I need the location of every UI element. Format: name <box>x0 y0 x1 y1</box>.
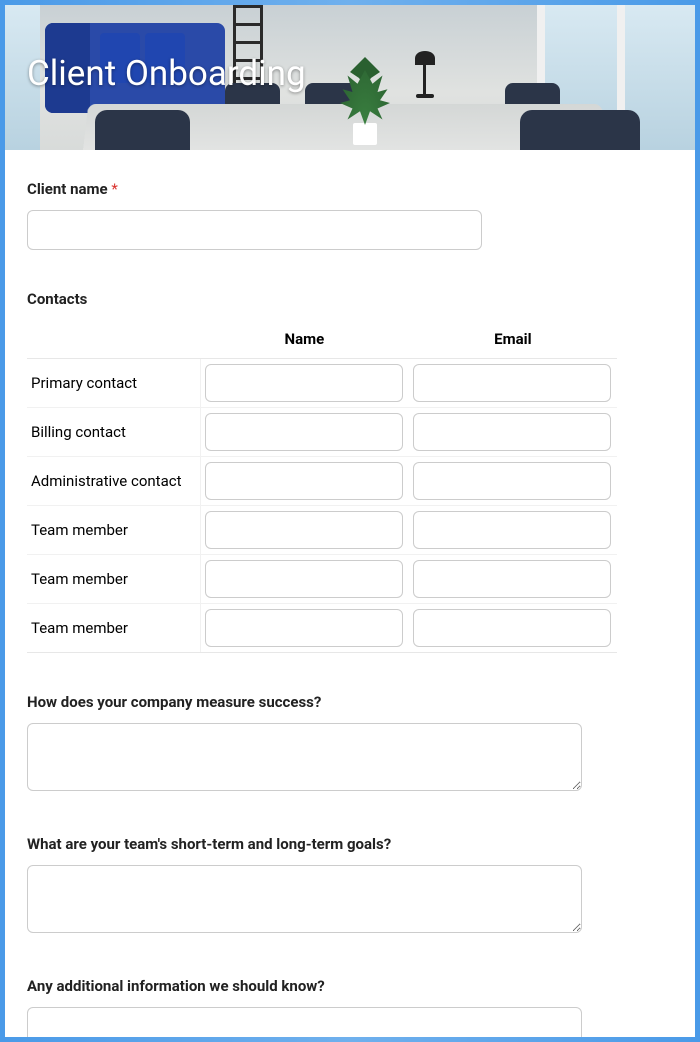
form-container: Client Onboarding Client name * Contacts… <box>5 5 695 1037</box>
client-name-label: Client name * <box>27 180 673 198</box>
row-label: Administrative contact <box>27 457 200 506</box>
contact-name-input[interactable] <box>205 413 403 451</box>
field-additional: Any additional information we should kno… <box>27 977 673 1037</box>
field-success: How does your company measure success? <box>27 693 673 795</box>
decor-plant <box>335 65 395 145</box>
contact-email-input[interactable] <box>413 560 611 598</box>
table-row: Administrative contact <box>27 457 617 506</box>
success-label: How does your company measure success? <box>27 693 673 711</box>
contact-name-input[interactable] <box>205 364 403 402</box>
contact-email-input[interactable] <box>413 364 611 402</box>
additional-label: Any additional information we should kno… <box>27 977 673 995</box>
field-goals: What are your team's short-term and long… <box>27 835 673 937</box>
column-header-name: Name <box>200 320 409 359</box>
success-textarea[interactable] <box>27 723 582 791</box>
goals-label: What are your team's short-term and long… <box>27 835 673 853</box>
form-body: Client name * Contacts Name Email Primar… <box>5 150 695 1037</box>
row-label: Primary contact <box>27 359 200 408</box>
contact-name-input[interactable] <box>205 462 403 500</box>
row-label: Team member <box>27 604 200 653</box>
row-label: Team member <box>27 555 200 604</box>
field-contacts: Contacts Name Email Primary contact <box>27 290 673 653</box>
contacts-label: Contacts <box>27 290 673 308</box>
decor-chair <box>520 110 640 150</box>
contact-name-input[interactable] <box>205 609 403 647</box>
table-row: Team member <box>27 555 617 604</box>
required-marker: * <box>111 180 117 198</box>
page-title: Client Onboarding <box>27 53 306 94</box>
table-row: Team member <box>27 506 617 555</box>
client-name-input[interactable] <box>27 210 482 250</box>
row-label: Team member <box>27 506 200 555</box>
contact-name-input[interactable] <box>205 560 403 598</box>
contact-email-input[interactable] <box>413 413 611 451</box>
table-row: Primary contact <box>27 359 617 408</box>
contacts-table: Name Email Primary contact Billing conta… <box>27 320 617 653</box>
label-text: Client name <box>27 180 108 198</box>
decor-chair <box>95 110 190 150</box>
contact-email-input[interactable] <box>413 462 611 500</box>
contact-name-input[interactable] <box>205 511 403 549</box>
decor-lamp <box>423 63 426 95</box>
table-row: Billing contact <box>27 408 617 457</box>
additional-textarea[interactable] <box>27 1007 582 1037</box>
row-label: Billing contact <box>27 408 200 457</box>
column-header-email: Email <box>409 320 617 359</box>
contact-email-input[interactable] <box>413 511 611 549</box>
table-corner <box>27 320 200 359</box>
goals-textarea[interactable] <box>27 865 582 933</box>
field-client-name: Client name * <box>27 180 673 250</box>
header-image: Client Onboarding <box>5 5 695 150</box>
table-row: Team member <box>27 604 617 653</box>
contact-email-input[interactable] <box>413 609 611 647</box>
